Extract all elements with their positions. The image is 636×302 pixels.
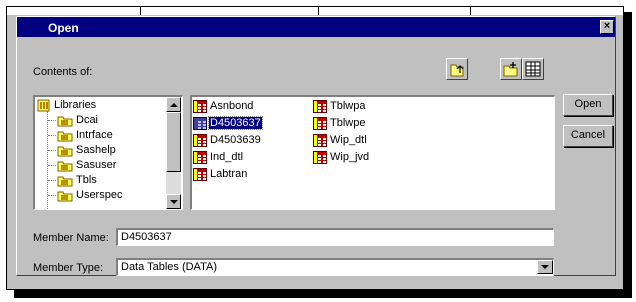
data-table-icon [193, 116, 207, 130]
tree-item-sasuser[interactable]: Sasuser [57, 158, 116, 173]
tree-item-tbls[interactable]: Tbls [57, 173, 97, 188]
library-icon [57, 176, 73, 187]
tree-item-label: Sashelp [76, 144, 116, 156]
title-bar[interactable] [17, 17, 615, 37]
dialog-title: Open [48, 21, 79, 35]
data-table-icon [193, 133, 207, 147]
top-strip-tick [140, 7, 141, 15]
library-icon [57, 131, 73, 142]
list-item[interactable]: Tblwpe [313, 115, 366, 131]
scroll-up-button[interactable] [166, 97, 181, 112]
tree-item-label: Sasuser [76, 159, 117, 171]
list-item[interactable]: Labtran [193, 166, 248, 182]
library-icon [57, 146, 73, 157]
top-strip [7, 7, 623, 15]
new-folder-icon [503, 62, 518, 77]
member-name-label: Member Name: [33, 232, 109, 244]
list-item[interactable]: D4503639 [193, 132, 262, 148]
library-tree-viewport: Libraries Dcai Intrface Sashelp Sasuser … [35, 97, 165, 209]
scroll-down-button[interactable] [166, 194, 181, 209]
cancel-button[interactable]: Cancel [563, 125, 613, 147]
library-icon [57, 191, 73, 202]
data-table-icon [313, 99, 327, 113]
list-item[interactable]: Tblwpa [313, 98, 366, 114]
library-icon [57, 116, 73, 127]
chevron-down-icon [541, 265, 549, 269]
tree-item-sashelp[interactable]: Sashelp [57, 143, 116, 158]
contents-label: Contents of: [33, 66, 93, 78]
tree-item-label: Intrface [76, 129, 113, 141]
member-type-label: Member Type: [33, 262, 104, 274]
list-item[interactable]: Ind_dtl [193, 149, 244, 165]
member-type-dropdown-button[interactable] [537, 260, 553, 274]
list-item[interactable]: Wip_dtl [313, 132, 368, 148]
data-table-icon [193, 99, 207, 113]
data-table-icon [193, 150, 207, 164]
top-strip-tick [470, 7, 471, 15]
list-item[interactable]: Asnbond [193, 98, 254, 114]
list-item-selected[interactable]: D4503637 [193, 115, 263, 131]
tree-item-dcai[interactable]: Dcai [57, 113, 98, 128]
close-button[interactable]: × [600, 20, 614, 34]
member-name-input[interactable]: D4503637 [116, 228, 554, 246]
data-table-icon [313, 133, 327, 147]
scroll-thumb[interactable] [166, 112, 181, 172]
data-table-icon [313, 150, 327, 164]
list-item[interactable]: Wip_jvd [313, 149, 370, 165]
library-folder-icon [37, 99, 50, 112]
arrow-down-icon [170, 200, 178, 204]
up-folder-button[interactable] [446, 58, 468, 80]
top-strip-tick [318, 7, 319, 15]
tree-item-label: Userspec [76, 189, 123, 201]
up-folder-icon [450, 64, 464, 77]
tree-item-label: Tbls [76, 174, 97, 186]
tree-item-label: Libraries [54, 99, 97, 111]
new-folder-button[interactable] [500, 58, 522, 80]
open-button[interactable]: Open [563, 94, 613, 116]
data-table-icon [313, 116, 327, 130]
tree-item-userspec[interactable]: Userspec [57, 188, 122, 203]
details-view-icon [525, 61, 541, 77]
tree-item-libraries[interactable]: Libraries [37, 98, 96, 113]
library-icon [57, 161, 73, 172]
member-type-select[interactable]: Data Tables (DATA) [116, 258, 554, 276]
data-table-icon [193, 167, 207, 181]
arrow-up-icon [170, 103, 178, 107]
tree-item-intrface[interactable]: Intrface [57, 128, 113, 143]
details-view-button[interactable] [522, 58, 544, 80]
tree-item-label: Dcai [76, 114, 99, 126]
